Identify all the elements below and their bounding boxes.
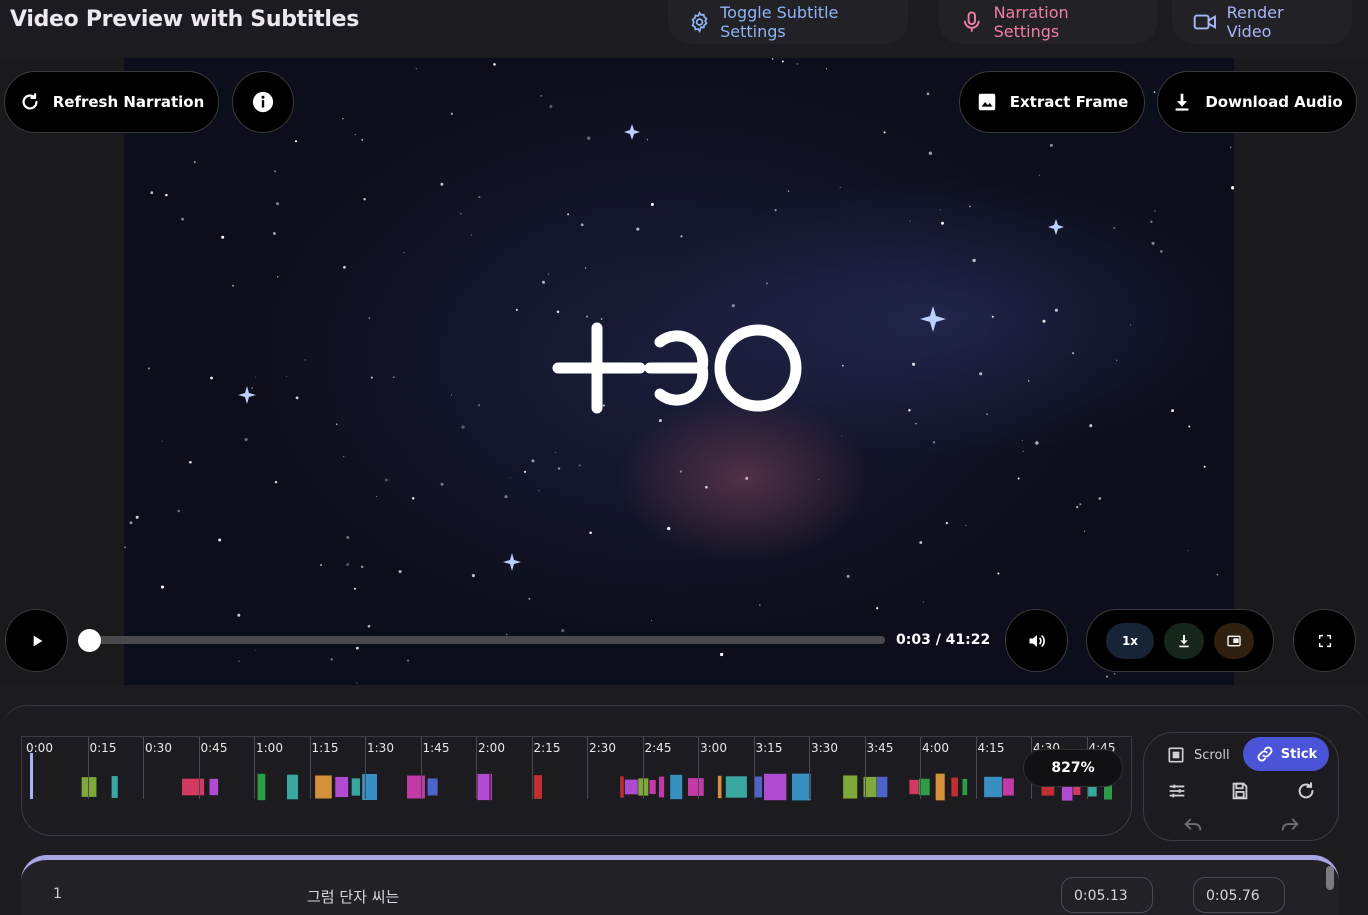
sliders-icon[interactable] — [1166, 780, 1188, 802]
timeline-tick — [254, 737, 255, 799]
fullscreen-button[interactable] — [1293, 609, 1356, 672]
playback-speed-label: 1x — [1121, 633, 1139, 648]
info-button[interactable] — [232, 71, 294, 133]
timeline-tick-label: 3:30 — [811, 741, 838, 755]
narration-settings-button[interactable]: Narration Settings — [939, 0, 1157, 44]
toggle-subtitle-settings-button[interactable]: Toggle Subtitle Settings — [668, 0, 908, 44]
timeline-tick-label: 2:30 — [589, 741, 616, 755]
play-button[interactable] — [5, 609, 68, 672]
timeline-tick — [476, 737, 477, 799]
picture-in-picture-button[interactable] — [1214, 622, 1254, 659]
playback-controls-group: 1x — [1086, 609, 1274, 672]
header-bar: Video Preview with Subtitles Toggle Subt… — [0, 0, 1368, 44]
scroll-mode-button[interactable]: Scroll — [1166, 741, 1230, 769]
timeline-ruler: 0:00 0:15 0:30 0:45 1:00 1:15 1:30 1:45 2:00 2:15… — [26, 737, 1131, 801]
refresh-narration-button[interactable]: Refresh Narration — [4, 71, 219, 133]
picture-in-picture-icon — [1227, 635, 1241, 646]
page-title: Video Preview with Subtitles — [10, 7, 359, 32]
timeline-tick-label: 2:45 — [644, 741, 672, 755]
timeline-tick — [975, 737, 977, 799]
volume-icon — [1029, 634, 1045, 647]
link-icon — [1257, 746, 1273, 762]
timeline-tick-label: 1:30 — [367, 741, 394, 755]
time-display: 0:03 / 41:22 — [896, 632, 991, 648]
download-video-button[interactable] — [1164, 622, 1204, 659]
video-progress-bar[interactable] — [77, 629, 885, 652]
scroll-frame-icon — [1168, 747, 1184, 763]
timeline-tick — [698, 737, 699, 799]
subtitle-row-text[interactable]: 그럼 단자 씨는 — [307, 886, 399, 907]
timeline-tick — [420, 737, 422, 799]
gear-icon — [691, 11, 708, 33]
timeline-tick-label: 2:15 — [533, 741, 561, 755]
info-icon — [252, 91, 274, 113]
timeline-tick — [87, 737, 89, 799]
timeline-tick — [198, 737, 200, 799]
subtitle-list: 1 그럼 단자 씨는 0:05.13 0:05.76 — [21, 855, 1339, 915]
video-logo — [552, 322, 802, 414]
timeline-tick-label: 3:45 — [866, 741, 894, 755]
timeline-tick — [365, 737, 366, 799]
timeline-tick — [143, 737, 144, 799]
timeline-tick — [587, 737, 588, 799]
page-scrollbar[interactable] — [1326, 866, 1334, 890]
render-video-label: Render Video — [1226, 3, 1284, 41]
narration-settings-label: Narration Settings — [993, 3, 1069, 41]
timeline-track[interactable]: 0:00 0:15 0:30 0:45 1:00 1:15 1:30 1:45 2:00 2:15… — [21, 736, 1132, 836]
timeline-tick-label: 1:45 — [422, 741, 450, 755]
timeline-tick-label: 0:30 — [145, 741, 172, 755]
timeline-tick — [753, 737, 755, 799]
timeline-tick-label: 1:00 — [256, 741, 283, 755]
fullscreen-icon — [1318, 634, 1331, 647]
refresh-narration-label: Refresh Narration — [52, 93, 205, 111]
download-audio-button[interactable]: Download Audio — [1157, 71, 1357, 133]
scroll-mode-label: Scroll — [1194, 747, 1230, 763]
microphone-icon — [963, 11, 980, 32]
timeline-tick — [309, 737, 311, 799]
subtitle-row-index: 1 — [53, 886, 62, 902]
zoom-level-badge: 827% — [1023, 749, 1123, 787]
image-icon — [978, 93, 995, 111]
reset-icon[interactable] — [1295, 780, 1317, 802]
timeline-tick — [809, 737, 810, 799]
timeline-playhead[interactable] — [30, 753, 33, 799]
timeline-tick — [920, 737, 921, 799]
download-audio-label: Download Audio — [1205, 93, 1343, 111]
toggle-subtitle-settings-label: Toggle Subtitle Settings — [720, 3, 839, 41]
timeline-tick-label: 0:15 — [89, 741, 117, 755]
timeline-tick — [864, 737, 866, 799]
video-frame[interactable] — [124, 58, 1234, 685]
timeline-tick-label: 2:00 — [478, 741, 505, 755]
timeline-tick-label: 0:45 — [200, 741, 228, 755]
progress-handle[interactable] — [77, 629, 101, 652]
undo-icon[interactable] — [1182, 814, 1204, 836]
save-icon[interactable] — [1229, 780, 1251, 802]
timeline-tick-label: 1:15 — [311, 741, 339, 755]
redo-icon[interactable] — [1279, 814, 1301, 836]
video-player: Refresh Narration Extract Frame Download… — [0, 58, 1368, 685]
video-camera-icon — [1193, 14, 1216, 30]
timeline-tick-label: 3:15 — [755, 741, 783, 755]
play-icon — [33, 635, 42, 646]
timeline-tick-label: 4:00 — [922, 741, 949, 755]
download-icon — [1179, 634, 1189, 647]
stick-mode-label: Stick — [1280, 746, 1318, 762]
stick-mode-button[interactable]: Stick — [1243, 737, 1329, 771]
playback-speed-button[interactable]: 1x — [1106, 622, 1154, 659]
timeline-tools: Scroll Stick — [1143, 732, 1339, 841]
timeline-tick-label: 4:15 — [977, 741, 1005, 755]
volume-button[interactable] — [1005, 609, 1068, 672]
refresh-icon — [22, 93, 38, 110]
download-icon — [1175, 93, 1189, 111]
timeline-tick — [642, 737, 644, 799]
render-video-button[interactable]: Render Video — [1172, 0, 1352, 44]
subtitle-end-time[interactable]: 0:05.76 — [1193, 877, 1285, 913]
timeline-tick-label: 3:00 — [700, 741, 727, 755]
extract-frame-label: Extract Frame — [1009, 93, 1129, 111]
subtitle-start-time[interactable]: 0:05.13 — [1061, 877, 1153, 913]
extract-frame-button[interactable]: Extract Frame — [959, 71, 1145, 133]
timeline-tick — [531, 737, 533, 799]
